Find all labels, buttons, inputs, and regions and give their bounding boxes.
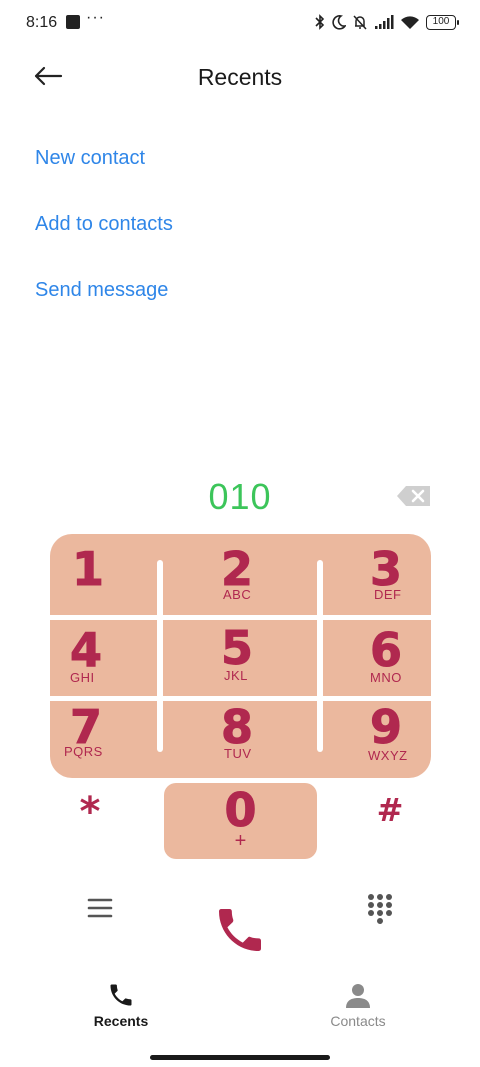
tab-label: Contacts: [330, 1013, 386, 1029]
phone-icon: [110, 984, 132, 1006]
tab-recents[interactable]: Recents: [61, 975, 181, 1031]
status-time: 8:16: [26, 14, 58, 31]
key-1[interactable]: 1: [50, 534, 177, 615]
key-digit: 5: [220, 621, 254, 675]
key-digit: 9: [369, 700, 403, 754]
key-letters: DEF: [374, 587, 402, 602]
key-7[interactable]: 7 PQRS: [50, 696, 177, 777]
key-2[interactable]: 2 ABC: [177, 534, 304, 615]
bell-off-icon: [353, 15, 367, 30]
page-title: Recents: [197, 64, 283, 90]
key-hash[interactable]: #: [370, 790, 410, 830]
key-digit: 4: [69, 623, 103, 677]
new-contact-link[interactable]: New contact: [35, 147, 145, 170]
key-digit: 6: [369, 623, 403, 677]
key-5[interactable]: 5 JKL: [177, 615, 304, 696]
send-message-link[interactable]: Send message: [35, 279, 168, 302]
key-digit: 0: [224, 783, 257, 837]
key-digit: 1: [71, 542, 105, 596]
notification-icon: [66, 15, 80, 29]
key-letters: JKL: [224, 668, 248, 683]
key-letters: +: [234, 830, 247, 852]
signal-icon: [375, 14, 394, 29]
backspace-icon: [397, 486, 430, 506]
dialpad-button[interactable]: [366, 892, 394, 926]
key-digit: 3: [369, 542, 403, 596]
bluetooth-icon: [315, 14, 325, 30]
menu-icon: [87, 898, 113, 918]
key-0[interactable]: 0 +: [164, 783, 317, 859]
key-letters: PQRS: [64, 744, 103, 759]
battery-icon: 100: [426, 14, 459, 30]
phone-icon: [219, 909, 261, 951]
status-bar: 8:16 ··· 100: [0, 0, 480, 46]
header: Recents: [0, 50, 480, 104]
bottom-nav: Recents Contacts: [0, 975, 480, 1035]
key-letters: TUV: [224, 746, 252, 761]
dialpad-icon: [368, 894, 392, 924]
more-notifications-icon: ···: [86, 9, 105, 26]
key-8[interactable]: 8 TUV: [177, 696, 304, 777]
wifi-icon: [401, 15, 419, 29]
key-letters: MNO: [370, 670, 402, 685]
moon-icon: [332, 15, 346, 30]
key-letters: ABC: [223, 587, 252, 602]
home-indicator[interactable]: [150, 1055, 330, 1060]
person-icon: [346, 984, 370, 1008]
tab-label: Recents: [93, 1013, 149, 1029]
menu-button[interactable]: [86, 894, 114, 922]
keypad: 1 2 ABC 3 DEF 4 GHI 5 JKL 6 MNO 7 PQRS 8…: [50, 534, 431, 778]
tab-contacts[interactable]: Contacts: [298, 975, 418, 1031]
call-button[interactable]: [212, 902, 268, 958]
key-digit: 8: [220, 700, 254, 754]
backspace-button[interactable]: [396, 484, 432, 508]
key-3[interactable]: 3 DEF: [304, 534, 431, 615]
add-to-contacts-link[interactable]: Add to contacts: [35, 213, 173, 236]
key-letters: WXYZ: [368, 748, 408, 763]
status-icons: 100: [315, 12, 459, 32]
key-star[interactable]: *: [70, 792, 110, 832]
key-digit: 2: [220, 542, 254, 596]
key-letters: GHI: [70, 670, 95, 685]
key-6[interactable]: 6 MNO: [304, 615, 431, 696]
key-9[interactable]: 9 WXYZ: [304, 696, 431, 777]
key-4[interactable]: 4 GHI: [50, 615, 177, 696]
